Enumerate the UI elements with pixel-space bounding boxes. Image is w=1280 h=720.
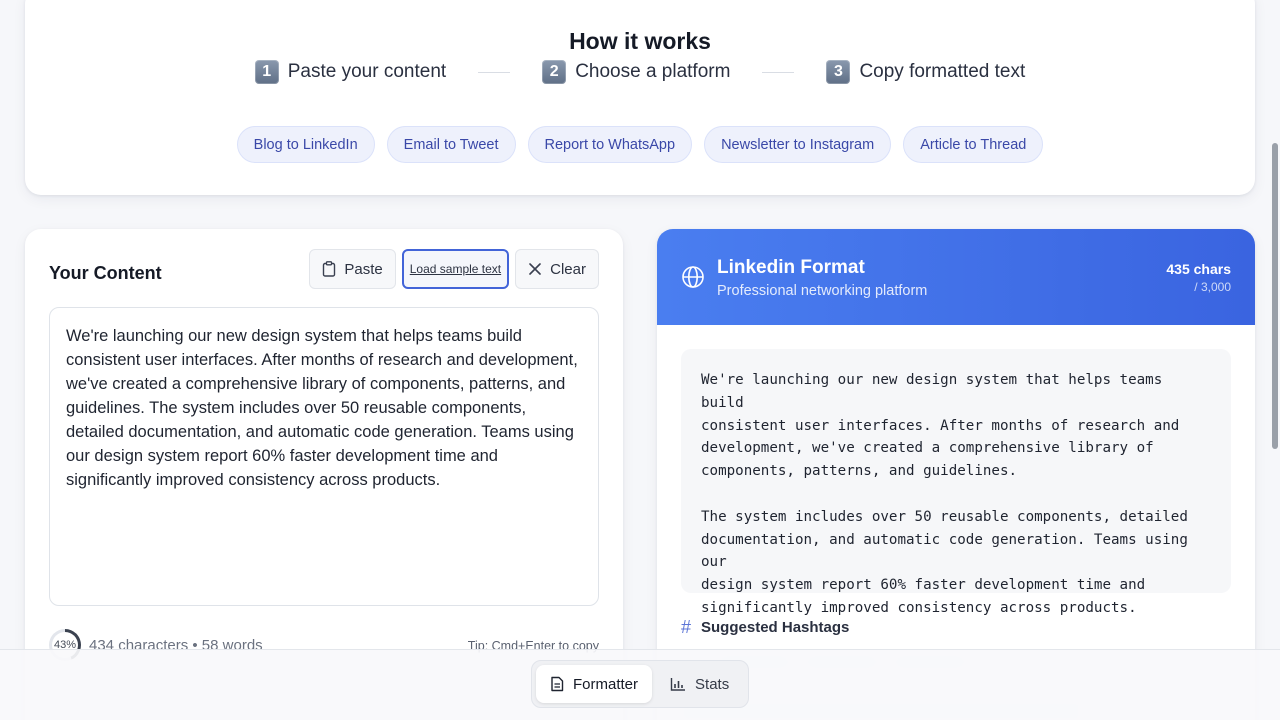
example-chip-newsletter-instagram[interactable]: Newsletter to Instagram <box>704 126 892 163</box>
hash-icon: # <box>681 617 692 637</box>
step-label: Choose a platform <box>575 61 731 82</box>
input-card: Your Content Paste Load sample text Clea… <box>25 229 623 720</box>
step-divider <box>478 71 511 73</box>
step-number-badge: 3 <box>826 60 851 84</box>
clear-button[interactable]: Clear <box>515 249 599 289</box>
step-label: Paste your content <box>287 61 447 82</box>
content-textarea[interactable]: We're launching our new design system th… <box>49 307 599 606</box>
hashtags-header: # Suggested Hashtags <box>681 617 849 638</box>
close-icon <box>528 262 542 276</box>
scrollbar-thumb[interactable] <box>1272 143 1278 449</box>
output-header: Linkedin Format Professional networking … <box>657 229 1255 325</box>
example-chip-article-thread[interactable]: Article to Thread <box>903 126 1044 163</box>
output-platform-subtitle: Professional networking platform <box>717 283 928 299</box>
paste-button-label: Paste <box>344 260 383 278</box>
step-divider <box>762 71 795 73</box>
hashtags-label: Suggested Hashtags <box>701 619 850 636</box>
tab-formatter[interactable]: Formatter <box>536 665 653 703</box>
steps-row: 1 Paste your content 2 Choose a platform… <box>25 60 1255 84</box>
page-scrollbar[interactable] <box>1270 0 1280 720</box>
input-actions: Paste Load sample text Clear <box>309 249 599 289</box>
output-char-limit: / 3,000 <box>1194 280 1231 294</box>
bottom-navigation: Formatter Stats <box>0 649 1280 720</box>
output-platform-title: Linkedin Format <box>717 257 865 278</box>
example-chip-email-tweet[interactable]: Email to Tweet <box>386 126 516 163</box>
step-number-badge: 2 <box>542 60 567 84</box>
example-chips: Blog to LinkedIn Email to Tweet Report t… <box>25 126 1255 163</box>
clipboard-icon <box>322 261 336 277</box>
formatted-output[interactable]: We're launching our new design system th… <box>681 349 1231 616</box>
tab-stats[interactable]: Stats <box>656 665 743 703</box>
tab-label: Formatter <box>573 675 639 693</box>
example-chip-blog-linkedin[interactable]: Blog to LinkedIn <box>236 126 375 163</box>
globe-icon <box>682 266 704 288</box>
step-label: Copy formatted text <box>859 61 1026 82</box>
progress-ring-label: 43% <box>53 639 77 651</box>
output-card: Linkedin Format Professional networking … <box>657 229 1255 720</box>
step-1: 1 Paste your content <box>254 60 447 84</box>
step-number-badge: 1 <box>254 60 279 84</box>
how-it-works-card: How it works 1 Paste your content 2 Choo… <box>25 0 1255 195</box>
step-2: 2 Choose a platform <box>542 60 730 84</box>
input-card-title: Your Content <box>49 263 162 283</box>
view-switcher: Formatter Stats <box>531 660 749 708</box>
load-sample-button[interactable]: Load sample text <box>401 249 510 289</box>
example-chip-report-whatsapp[interactable]: Report to WhatsApp <box>527 126 693 163</box>
step-3: 3 Copy formatted text <box>826 60 1025 84</box>
document-icon <box>551 676 564 692</box>
load-sample-label: Load sample text <box>409 262 502 276</box>
paste-button[interactable]: Paste <box>309 249 396 289</box>
bar-chart-icon <box>670 678 686 691</box>
tab-label: Stats <box>695 675 730 693</box>
clear-button-label: Clear <box>550 260 586 278</box>
how-it-works-title: How it works <box>569 28 711 54</box>
output-char-count: 435 chars <box>1166 261 1231 277</box>
